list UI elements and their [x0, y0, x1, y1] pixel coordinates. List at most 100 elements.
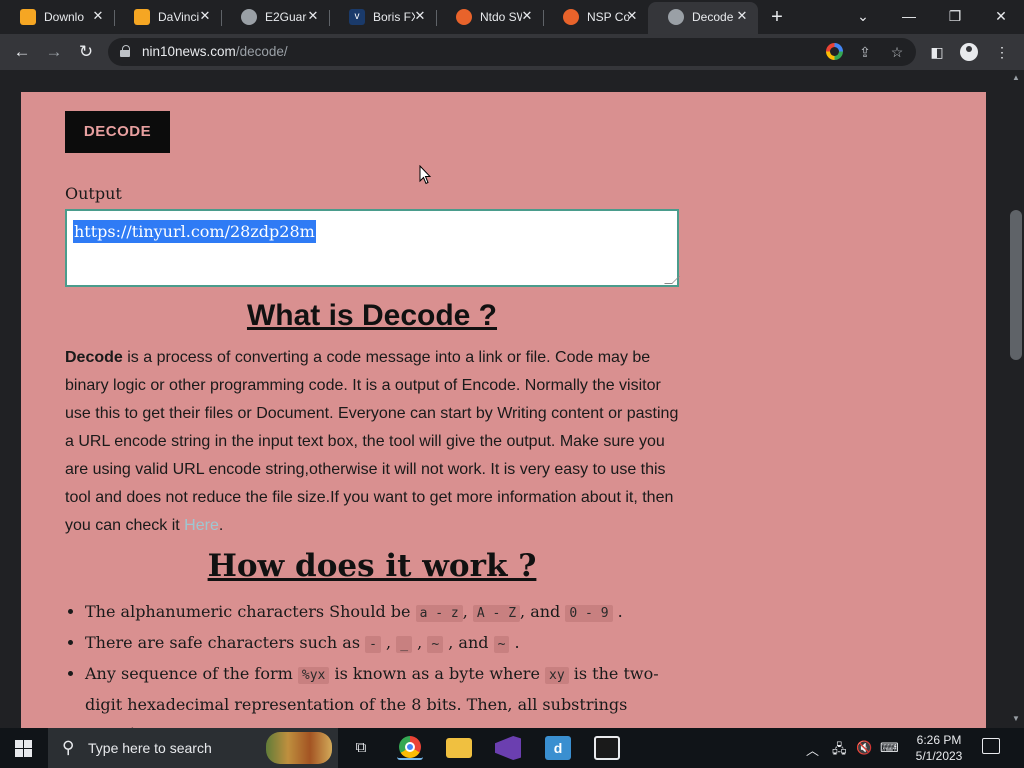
task-view-icon[interactable]: ⧉ [348, 736, 374, 760]
tab-davinci[interactable]: DaVinci ✕ [114, 4, 221, 30]
restore-button[interactable]: ❐ [942, 4, 968, 28]
tab-label: Ntdo SW [480, 10, 522, 24]
close-icon[interactable]: ✕ [305, 8, 321, 24]
clock-date: 5/1/2023 [915, 749, 963, 763]
list-item: There are safe characters such as - , _ … [85, 628, 685, 659]
notification-center-icon[interactable] [982, 738, 1000, 754]
keyboard-icon[interactable]: ⌨ [880, 740, 899, 756]
video-editor-icon[interactable] [594, 736, 620, 760]
taskbar-clock[interactable]: 6:26 PM 5/1/2023 [914, 732, 964, 764]
forward-button[interactable]: → [42, 41, 66, 63]
description-end: . [218, 517, 224, 534]
scroll-down-arrow-icon[interactable]: ▼ [1012, 714, 1020, 723]
network-icon[interactable]: 🖧 [832, 740, 847, 762]
back-button[interactable]: ← [10, 41, 34, 63]
ball-favicon-icon [456, 9, 472, 25]
how-it-works-list: The alphanumeric characters Should be a … [85, 597, 685, 728]
lock-icon[interactable] [120, 45, 130, 57]
bullet-text: and [530, 602, 561, 621]
scroll-up-arrow-icon[interactable]: ▲ [1012, 73, 1020, 82]
address-bar[interactable]: nin10news.com/decode/ ⇪ ☆ [108, 38, 916, 66]
bullet-text: and [458, 633, 489, 652]
url-text[interactable]: nin10news.com/decode/ [142, 44, 288, 59]
tab-e2guard[interactable]: E2Guard ✕ [221, 4, 329, 30]
bullet-text: There are safe characters such as [85, 633, 366, 652]
scroll-thumb[interactable] [1010, 210, 1022, 360]
tab-label: NSP Coll [587, 10, 629, 24]
code-snippet: %yx [297, 667, 330, 684]
code-snippet: a - z [415, 605, 463, 622]
list-item: The alphanumeric characters Should be a … [85, 597, 685, 628]
taskbar-search-box[interactable]: ⚲ Type here to search [48, 728, 338, 768]
bullet-text: The alphanumeric characters Should be [85, 602, 416, 621]
content-card: DECODE Output https://tinyurl.com/28zdp2… [21, 92, 986, 728]
tray-chevron-icon[interactable]: ︿ [806, 740, 819, 759]
visual-studio-icon[interactable] [495, 736, 521, 760]
tab-label: DaVinci [158, 10, 200, 24]
tab-label: Boris FX [373, 10, 415, 24]
reload-button[interactable]: ↻ [74, 41, 98, 63]
code-snippet: xy [545, 667, 569, 684]
chrome-taskbar-icon[interactable] [397, 736, 423, 760]
bullet-text: Any sequence of the form [85, 664, 298, 683]
tab-label: Decode [692, 10, 734, 24]
profile-avatar[interactable] [960, 43, 978, 61]
url-path: /decode/ [235, 44, 288, 59]
output-textarea[interactable]: https://tinyurl.com/28zdp28m [65, 209, 680, 287]
close-window-button[interactable]: ✕ [988, 4, 1014, 28]
browser-toolbar: ← → ↻ nin10news.com/decode/ ⇪ ☆ ◧ ⋮ [0, 34, 1024, 70]
share-icon[interactable]: ⇪ [856, 43, 874, 61]
close-icon[interactable]: ✕ [734, 8, 750, 24]
bookmark-star-icon[interactable]: ☆ [888, 43, 906, 61]
resize-handle-icon[interactable] [664, 276, 680, 284]
decode-term: Decode [65, 349, 123, 366]
ball-favicon-icon [563, 9, 579, 25]
tab-ntdo[interactable]: Ntdo SW ✕ [436, 4, 543, 30]
page-scrollbar[interactable]: ▲ ▼ [1008, 70, 1024, 728]
heading-how-it-works: How does it work ? [207, 548, 537, 584]
here-link[interactable]: Here [184, 517, 219, 534]
decode-button[interactable]: DECODE [65, 111, 170, 153]
code-snippet: A - Z [472, 605, 521, 622]
decode-description: Decode is a process of converting a code… [65, 344, 685, 540]
close-icon[interactable]: ✕ [197, 8, 213, 24]
globe-favicon-icon [668, 9, 684, 25]
borisfx-favicon-icon: v [349, 9, 365, 25]
google-icon[interactable] [826, 43, 843, 60]
bullet-text: is known as a byte where [329, 664, 545, 683]
close-icon[interactable]: ✕ [624, 8, 640, 24]
file-explorer-icon[interactable] [446, 738, 472, 758]
clock-time: 6:26 PM [916, 733, 962, 747]
tab-search-chevron-icon[interactable]: ⌄ [850, 4, 876, 28]
windows-taskbar: ⚲ Type here to search ⧉ d ︿ 🖧 🔇 ⌨ 6:26 P… [0, 728, 1024, 768]
tab-strip: Downlo ✕ DaVinci ✕ E2Guard ✕ v Boris FX … [0, 0, 1024, 34]
menu-kebab-icon[interactable]: ⋮ [992, 42, 1012, 62]
globe-favicon-icon [241, 9, 257, 25]
app-icon-d[interactable]: d [545, 736, 571, 760]
minimize-button[interactable]: — [896, 4, 922, 28]
close-icon[interactable]: ✕ [519, 8, 535, 24]
close-icon[interactable]: ✕ [90, 8, 106, 24]
search-placeholder: Type here to search [88, 740, 212, 756]
list-item: Any sequence of the form %yx is known as… [85, 659, 685, 728]
output-value[interactable]: https://tinyurl.com/28zdp28m [73, 220, 316, 243]
tab-label: E2Guard [265, 10, 307, 24]
shield-favicon-icon [20, 9, 36, 25]
tab-download[interactable]: Downlo ✕ [0, 4, 114, 30]
new-tab-button[interactable]: + [766, 6, 788, 28]
tab-borisfx[interactable]: v Boris FX ✕ [329, 4, 436, 30]
code-snippet: ~ [493, 636, 510, 653]
url-domain: nin10news.com [142, 44, 236, 59]
windows-start-icon[interactable] [15, 740, 32, 757]
mouse-pointer-icon [419, 165, 431, 185]
page-viewport: DECODE Output https://tinyurl.com/28zdp2… [0, 70, 1008, 728]
code-snippet: 0 - 9 [565, 605, 613, 622]
volume-muted-icon[interactable]: 🔇 [856, 740, 872, 756]
side-panel-icon[interactable]: ◧ [927, 42, 947, 62]
tab-decode[interactable]: Decode ✕ [648, 2, 758, 34]
tab-nsp[interactable]: NSP Coll ✕ [543, 4, 648, 30]
description-text: is a process of converting a code messag… [65, 349, 679, 534]
search-highlight-image [266, 732, 332, 764]
close-icon[interactable]: ✕ [412, 8, 428, 24]
output-label: Output [65, 184, 122, 203]
